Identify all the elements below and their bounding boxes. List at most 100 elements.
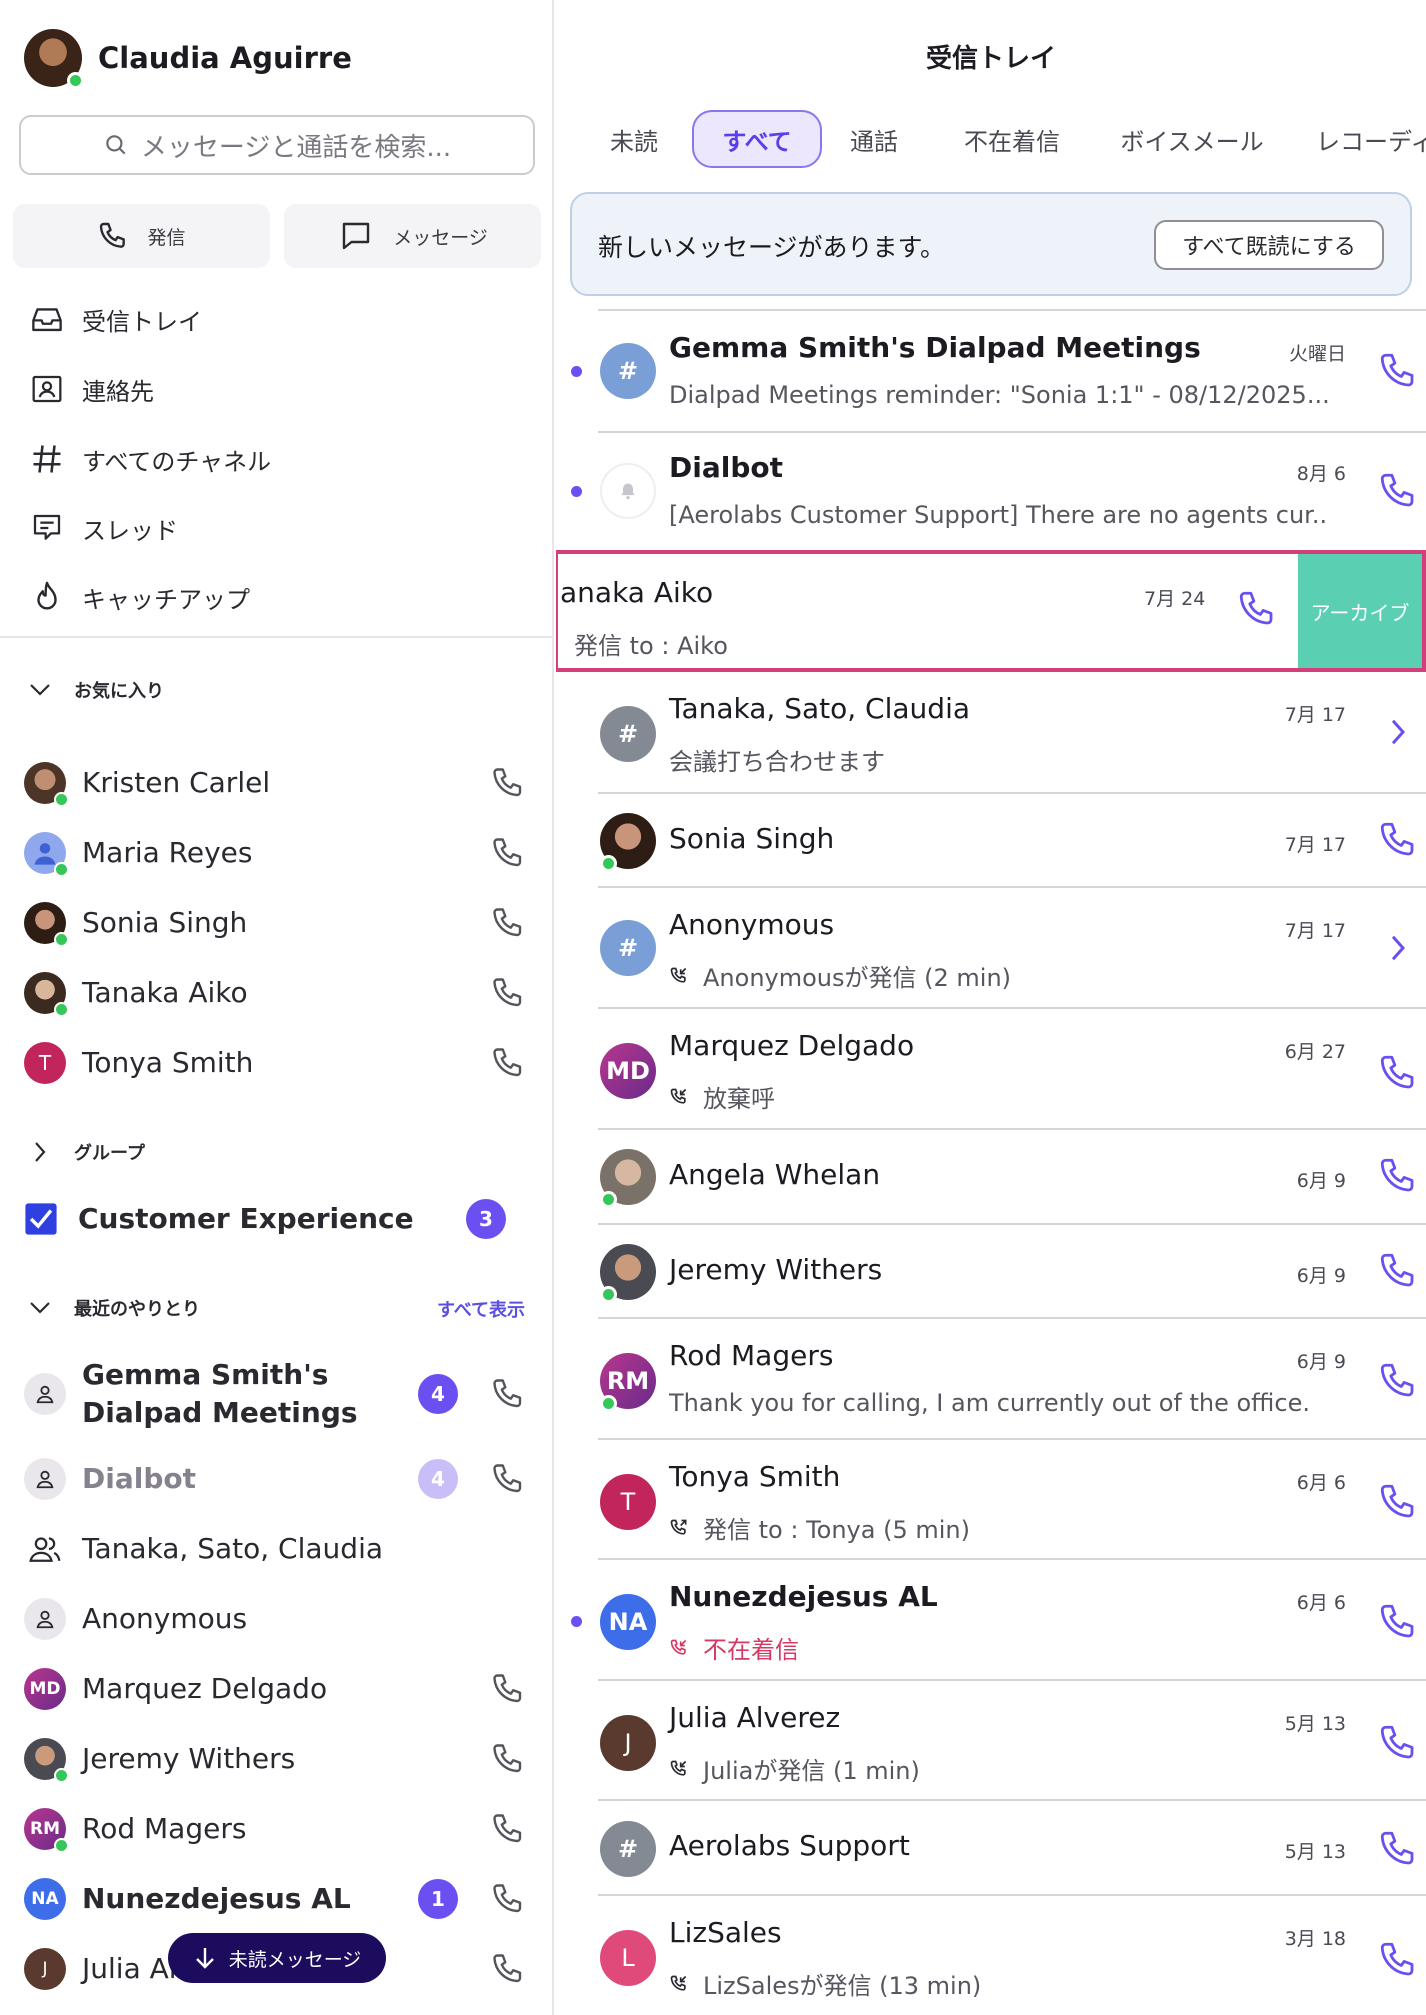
chevron-right-icon[interactable]	[1374, 924, 1422, 972]
favorites-toggle[interactable]: お気に入り	[28, 670, 164, 710]
phone-icon[interactable]	[1374, 1598, 1422, 1646]
inbox-icon	[28, 300, 66, 338]
phone-icon[interactable]	[486, 761, 530, 805]
avatar-initials: MD	[606, 1057, 650, 1085]
call-button[interactable]: 発信	[13, 204, 270, 268]
phone-icon[interactable]	[486, 1877, 530, 1921]
phone-icon[interactable]	[486, 1457, 530, 1501]
phone-icon[interactable]	[486, 971, 530, 1015]
favorite-item[interactable]: Sonia Singh	[24, 892, 530, 954]
chevron-right-icon[interactable]	[1374, 708, 1422, 756]
swiped-conversation-row[interactable]: anaka Aiko 発信 to : Aiko 7月 24 アーカイブ	[556, 550, 1426, 672]
search-icon	[106, 135, 126, 155]
conversation-row[interactable]: Jeremy Withers 6月 9	[556, 1225, 1426, 1319]
phone-icon[interactable]	[1374, 1357, 1422, 1405]
conversation-date: 6月 6	[1296, 1472, 1346, 1494]
phone-icon[interactable]	[1236, 588, 1278, 634]
recent-item[interactable]: Tanaka, Sato, Claudia	[24, 1518, 530, 1580]
conversation-row[interactable]: # Anonymous 7月 17 Anonymousが発信 (2 min)	[556, 888, 1426, 1009]
conversation-row[interactable]: # Aerolabs Support 5月 13	[556, 1801, 1426, 1896]
chevron-down-icon	[30, 1302, 50, 1314]
avatar-initials: NA	[31, 1889, 59, 1909]
phone-icon[interactable]	[1374, 816, 1422, 864]
phone-icon[interactable]	[1374, 1247, 1422, 1295]
tab-recordings[interactable]: レコーディ	[1316, 110, 1426, 168]
conversation-title: Angela Whelan	[669, 1158, 881, 1191]
conversation-row[interactable]: T Tonya Smith 6月 6 発信 to : Tonya (5 min)	[556, 1440, 1426, 1560]
contact-name: Marquez Delgado	[82, 1672, 328, 1705]
unread-messages-button[interactable]: 未読メッセージ	[168, 1933, 386, 1983]
nav-label: スレッド	[82, 516, 178, 545]
recent-item[interactable]: Dialbot 4	[24, 1448, 530, 1510]
conversation-row[interactable]: RM Rod Magers 6月 9 Thank you for calling…	[556, 1319, 1426, 1440]
conversation-row[interactable]: Dialbot 8月 6 [Aerolabs Customer Support]…	[556, 433, 1426, 550]
nav-threads[interactable]: スレッド	[28, 503, 178, 553]
tab-unread[interactable]: 未読	[596, 110, 672, 168]
archive-button[interactable]: アーカイブ	[1298, 554, 1422, 668]
avatar: T	[600, 1474, 656, 1530]
recent-item[interactable]: Jeremy Withers	[24, 1728, 530, 1790]
conversation-row[interactable]: Sonia Singh 7月 17	[556, 794, 1426, 888]
phone-icon[interactable]	[1374, 1719, 1422, 1767]
recent-toggle[interactable]: 最近のやりとり	[28, 1288, 200, 1328]
phone-icon[interactable]	[1374, 1049, 1422, 1097]
conversation-date: 7月 24	[1144, 588, 1206, 610]
favorite-item[interactable]: Tanaka Aiko	[24, 962, 530, 1024]
phone-icon[interactable]	[1374, 467, 1422, 515]
favorite-item[interactable]: Kristen Carlel	[24, 752, 530, 814]
phone-icon[interactable]	[1374, 347, 1422, 395]
phone-icon[interactable]	[1374, 1152, 1422, 1200]
contact-name: Tanaka, Sato, Claudia	[82, 1532, 383, 1565]
recent-item[interactable]: MD Marquez Delgado	[24, 1658, 530, 1720]
phone-icon[interactable]	[1374, 1936, 1422, 1984]
phone-icon[interactable]	[486, 1667, 530, 1711]
recent-item[interactable]: RM Rod Magers	[24, 1798, 530, 1860]
recent-item[interactable]: NA Nunezdejesus AL 1	[24, 1868, 530, 1930]
conversation-row[interactable]: Angela Whelan 6月 9	[556, 1130, 1426, 1225]
favorite-item[interactable]: T Tonya Smith	[24, 1032, 530, 1094]
phone-icon[interactable]	[1374, 1478, 1422, 1526]
nav-catch-up[interactable]: キャッチアップ	[28, 572, 250, 622]
phone-icon[interactable]	[486, 1372, 530, 1416]
phone-icon[interactable]	[486, 901, 530, 945]
conversation-title: Gemma Smith's Dialpad Meetings	[669, 331, 1201, 364]
avatar: J	[24, 1948, 66, 1990]
checkbox-checked-icon[interactable]	[24, 1202, 58, 1236]
recent-item[interactable]: Anonymous	[24, 1588, 530, 1650]
message-button[interactable]: メッセージ	[284, 204, 541, 268]
phone-icon[interactable]	[486, 1737, 530, 1781]
tab-calls[interactable]: 通話	[840, 110, 908, 168]
nav-inbox[interactable]: 受信トレイ	[28, 294, 202, 344]
show-all-link[interactable]: すべて表示	[437, 1296, 525, 1322]
phone-icon[interactable]	[486, 1947, 530, 1991]
nav-contacts[interactable]: 連絡先	[28, 364, 154, 414]
conversation-row[interactable]: J Julia Alverez 5月 13 Juliaが発信 (1 min)	[556, 1681, 1426, 1801]
channel-hash-icon: #	[600, 343, 656, 399]
tab-missed[interactable]: 不在着信	[942, 110, 1082, 168]
profile[interactable]: Claudia Aguirre	[24, 28, 352, 89]
avatar	[600, 1149, 656, 1208]
favorite-item[interactable]: Maria Reyes	[24, 822, 530, 884]
mark-all-read-button[interactable]: すべて既読にする	[1154, 220, 1384, 270]
contact-name: Dialbot	[82, 1462, 196, 1495]
conversation-row[interactable]: # Tanaka, Sato, Claudia 7月 17 会議打ち合わせます	[556, 672, 1426, 794]
person-icon	[34, 843, 56, 865]
conversation-title: Marquez Delgado	[669, 1029, 915, 1062]
avatar	[24, 762, 69, 807]
phone-icon[interactable]	[1374, 1825, 1422, 1873]
conversation-row[interactable]: MD Marquez Delgado 6月 27 放棄呼	[556, 1009, 1426, 1130]
phone-icon[interactable]	[486, 831, 530, 875]
phone-icon[interactable]	[486, 1041, 530, 1085]
search-input[interactable]: メッセージと通話を検索...	[19, 115, 535, 175]
tab-voicemail[interactable]: ボイスメール	[1112, 110, 1272, 168]
conversation-row[interactable]: NA Nunezdejesus AL 6月 6 不在着信	[556, 1560, 1426, 1681]
conversation-row[interactable]: L LizSales 3月 18 LizSalesが発信 (13 min)	[556, 1896, 1426, 2015]
recent-item[interactable]: Gemma Smith's Dialpad Meetings 4	[24, 1352, 530, 1436]
groups-toggle[interactable]: グループ	[28, 1132, 145, 1172]
tab-all[interactable]: すべて	[692, 110, 822, 168]
conversation-row[interactable]: # Gemma Smith's Dialpad Meetings 火曜日 Dia…	[556, 311, 1426, 433]
channel-hash-icon: #	[600, 706, 656, 762]
nav-all-channels[interactable]: すべてのチャネル	[28, 434, 271, 484]
group-item[interactable]: Customer Experience 3	[24, 1188, 530, 1250]
phone-icon[interactable]	[486, 1807, 530, 1851]
